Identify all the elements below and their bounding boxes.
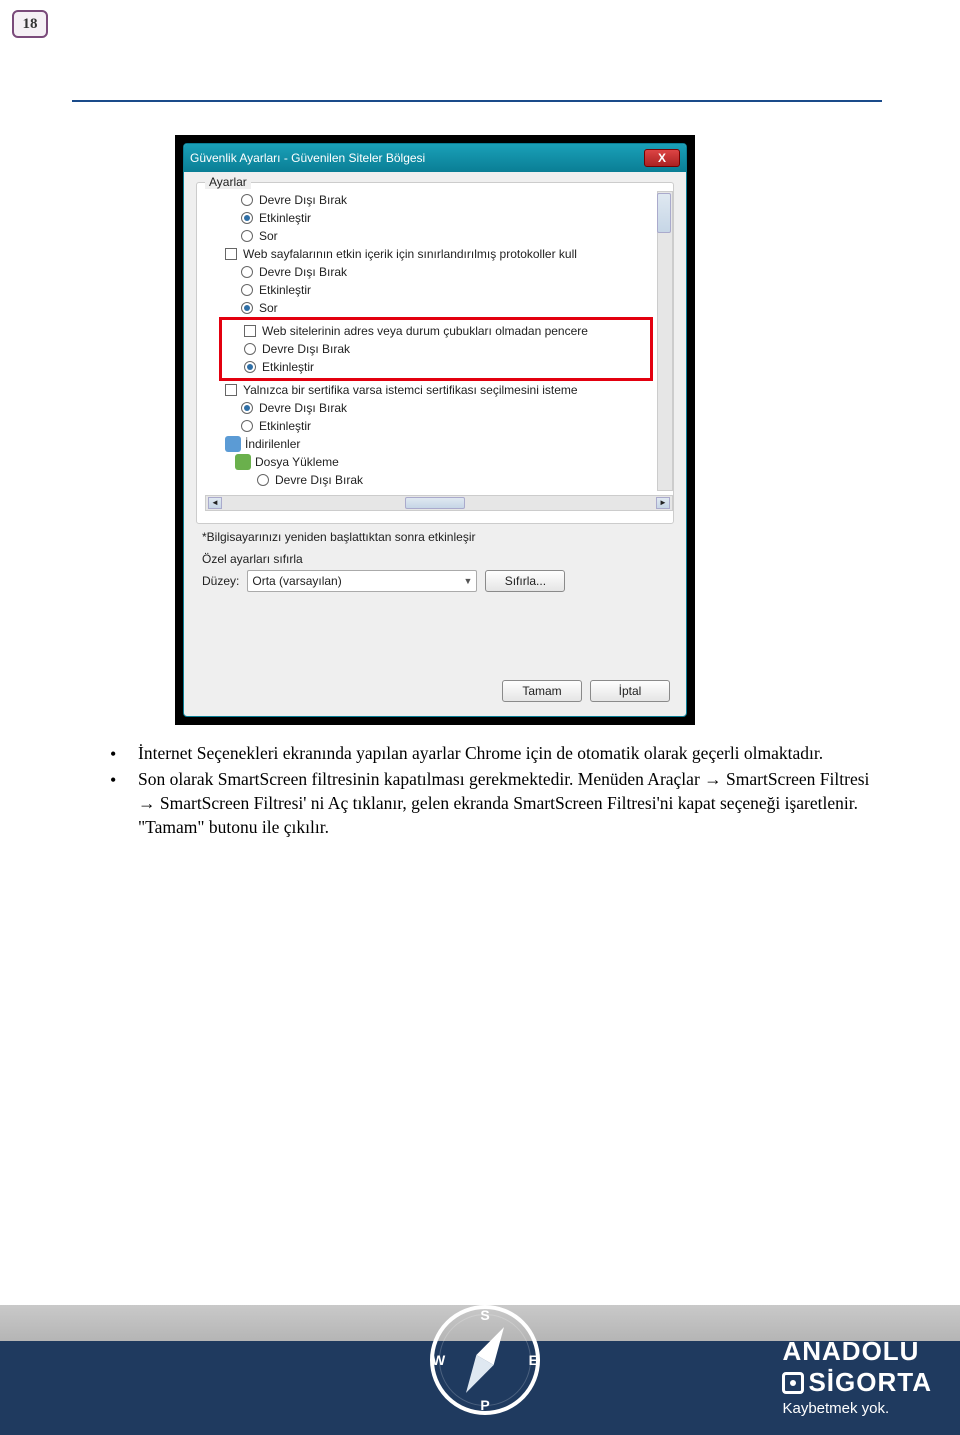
scroll-left-icon[interactable]: ◄ [208, 497, 222, 509]
body-text: • İnternet Seçenekleri ekranında yapılan… [110, 742, 890, 841]
checkbox-no-address-bar[interactable]: Web sitelerinin adres veya durum çubukla… [222, 322, 650, 340]
brand: ANADOLU SİGORTA Kaybetmek yok. [782, 1336, 932, 1417]
level-label: Düzey: [202, 574, 239, 588]
restart-note: *Bilgisayarınızı yeniden başlattıktan so… [202, 530, 674, 544]
level-select[interactable]: Orta (varsayılan) ▼ [247, 570, 477, 592]
upload-icon [235, 454, 251, 470]
compass-e: E [529, 1352, 538, 1368]
cancel-button[interactable]: İptal [590, 680, 670, 702]
brand-line-1: ANADOLU [782, 1336, 932, 1367]
reset-label: Özel ayarları sıfırla [202, 552, 674, 566]
compass-w: W [432, 1352, 445, 1368]
dialog-buttons: Tamam İptal [502, 680, 670, 702]
brand-logo-icon [782, 1372, 804, 1394]
radio-enable-3[interactable]: Etkinleştir [222, 358, 650, 376]
compass-s: P [480, 1397, 489, 1413]
hscroll-thumb[interactable] [405, 497, 465, 509]
scroll-right-icon[interactable]: ► [656, 497, 670, 509]
radio-disable-3[interactable]: Devre Dışı Bırak [222, 340, 650, 358]
radio-ask-2[interactable]: Sor [205, 299, 655, 317]
footer: S P E W ANADOLU SİGORTA Kaybetmek yok. [0, 1305, 960, 1435]
checkbox-client-cert[interactable]: Yalnızca bir sertifika varsa istemci ser… [205, 381, 655, 399]
downloads-icon [225, 436, 241, 452]
level-value: Orta (varsayılan) [252, 574, 341, 588]
vertical-scrollbar[interactable] [657, 191, 673, 491]
ok-button[interactable]: Tamam [502, 680, 582, 702]
bullet-1: • İnternet Seçenekleri ekranında yapılan… [110, 742, 890, 766]
brand-line-2: SİGORTA [782, 1367, 932, 1398]
group-label: Ayarlar [205, 175, 251, 189]
close-button[interactable]: X [644, 149, 680, 167]
radio-enable-4[interactable]: Etkinleştir [205, 417, 655, 435]
compass-logo: S P E W [430, 1305, 540, 1415]
dialog-title: Güvenlik Ayarları - Güvenilen Siteler Bö… [190, 151, 425, 165]
close-icon: X [658, 151, 666, 165]
highlighted-setting: Web sitelerinin adres veya durum çubukla… [219, 317, 653, 381]
brand-tagline: Kaybetmek yok. [782, 1400, 932, 1417]
screenshot-container: Güvenlik Ayarları - Güvenilen Siteler Bö… [175, 135, 695, 725]
paragraph-1: İnternet Seçenekleri ekranında yapılan a… [138, 742, 823, 766]
file-upload-node[interactable]: Dosya Yükleme [205, 453, 655, 471]
radio-disable-1[interactable]: Devre Dışı Bırak [205, 191, 655, 209]
dialog-title-bar: Güvenlik Ayarları - Güvenilen Siteler Bö… [184, 144, 686, 172]
compass-n: S [480, 1307, 489, 1323]
radio-enable-1[interactable]: Etkinleştir [205, 209, 655, 227]
reset-button[interactable]: Sıfırla... [485, 570, 565, 592]
radio-enable-2[interactable]: Etkinleştir [205, 281, 655, 299]
chevron-down-icon: ▼ [463, 576, 472, 586]
radio-disable-4[interactable]: Devre Dışı Bırak [205, 399, 655, 417]
settings-tree[interactable]: Devre Dışı Bırak Etkinleştir Sor Web say… [205, 191, 673, 493]
radio-disable-2[interactable]: Devre Dışı Bırak [205, 263, 655, 281]
security-settings-dialog: Güvenlik Ayarları - Güvenilen Siteler Bö… [183, 143, 687, 717]
downloads-node[interactable]: İndirilenler [205, 435, 655, 453]
bullet-icon: • [110, 768, 138, 839]
radio-disable-5[interactable]: Devre Dışı Bırak [205, 471, 655, 489]
radio-ask-1[interactable]: Sor [205, 227, 655, 245]
scroll-thumb[interactable] [657, 193, 671, 233]
checkbox-active-content[interactable]: Web sayfalarının etkin içerik için sınır… [205, 245, 655, 263]
paragraph-2: Son olarak SmartScreen filtresinin kapat… [138, 768, 890, 839]
bullet-2: • Son olarak SmartScreen filtresinin kap… [110, 768, 890, 839]
settings-group: Ayarlar Devre Dışı Bırak Etkinleştir Sor… [196, 182, 674, 524]
level-row: Düzey: Orta (varsayılan) ▼ Sıfırla... [202, 570, 674, 592]
horizontal-scrollbar[interactable]: ◄ ► [205, 495, 673, 511]
page-number: 18 [12, 10, 48, 38]
bullet-icon: • [110, 742, 138, 766]
header-rule [72, 100, 882, 102]
